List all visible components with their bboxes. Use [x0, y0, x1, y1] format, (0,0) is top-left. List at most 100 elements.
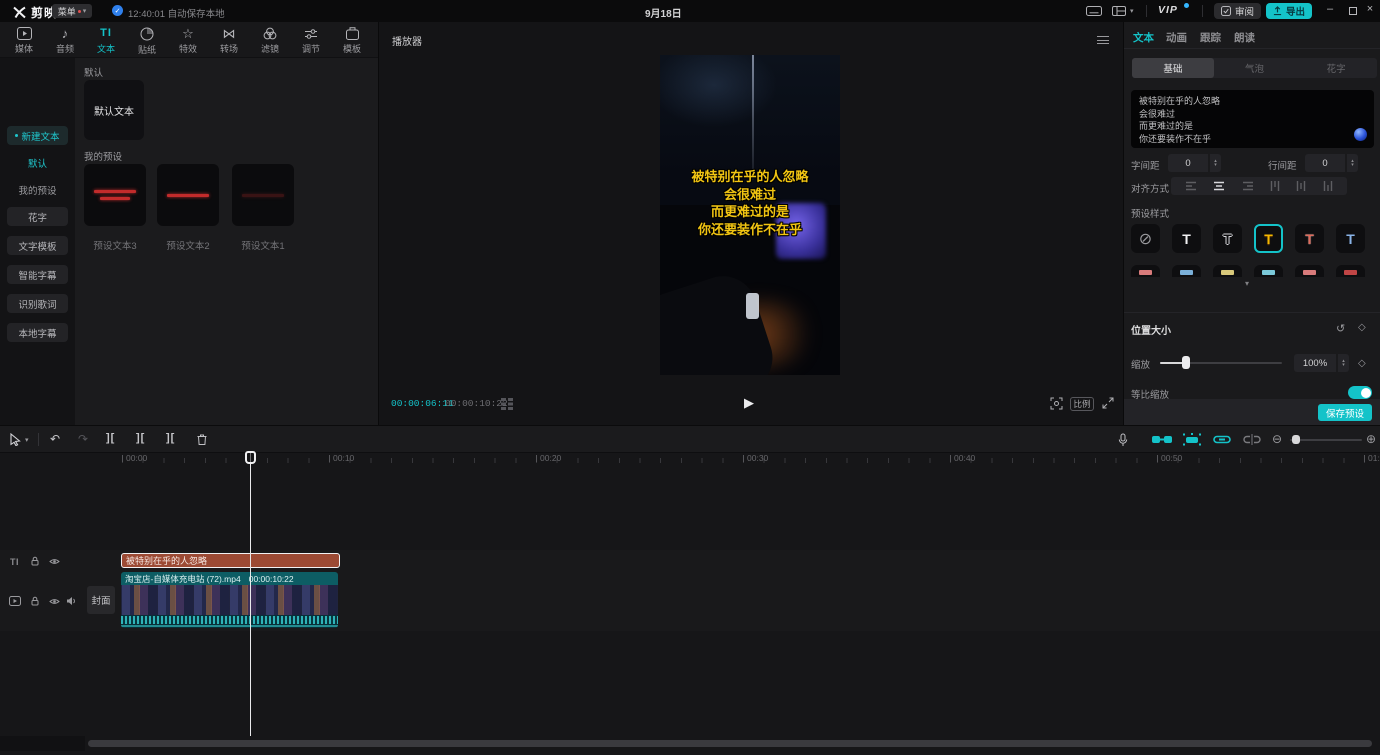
preset-style-red[interactable]: T [1295, 224, 1324, 253]
tool-dropdown-icon[interactable]: ▾ [25, 437, 29, 444]
tab-inspector-animation[interactable]: 动画 [1166, 30, 1187, 45]
text-track-visibility-icon[interactable] [49, 557, 60, 566]
menu-button[interactable]: 菜单 ▾ [52, 4, 92, 18]
linkage-toggle[interactable] [1182, 433, 1202, 446]
cover-button[interactable]: 封面 [87, 586, 115, 614]
video-clip[interactable]: 淘宝店-自媒体充电站 (72).mp4 00:00:10:22 [121, 572, 338, 628]
subtab-bubble[interactable]: 气泡 [1214, 58, 1296, 78]
tab-inspector-readaloud[interactable]: 朗读 [1234, 30, 1255, 45]
fullscreen-icon[interactable] [1102, 397, 1114, 409]
split-button[interactable]: ][ [106, 432, 115, 444]
ratio-button[interactable]: 比例 [1070, 397, 1094, 411]
video-track-mute-icon[interactable] [66, 596, 77, 606]
preset-card-1-label[interactable]: 预设文本1 [232, 238, 294, 252]
frame-view-icon[interactable] [501, 398, 515, 410]
timeline-zoom-slider[interactable] [1290, 439, 1362, 441]
preset-style-none[interactable]: ⊘ [1131, 224, 1160, 253]
undo-button[interactable]: ↶ [50, 432, 60, 446]
scale-stepper[interactable]: ▴▾ [1338, 354, 1349, 372]
horizontal-scrollbar[interactable] [88, 740, 1372, 747]
playhead-line[interactable] [250, 451, 251, 736]
sidebar-item-new-text[interactable]: 新建文本 [7, 126, 68, 145]
preset-card-2-label[interactable]: 预设文本2 [157, 238, 219, 252]
align-right-icon[interactable] [1242, 181, 1254, 191]
tab-text[interactable]: TI 文本 [86, 25, 126, 57]
tab-adjust[interactable]: 调节 [291, 25, 331, 57]
tab-template[interactable]: 模板 [332, 25, 372, 57]
line-spacing-stepper[interactable]: ▴▾ [1347, 154, 1358, 172]
line-spacing-input[interactable]: 0 [1305, 154, 1345, 172]
tab-inspector-text[interactable]: 文本 [1133, 30, 1154, 45]
tab-inspector-tracking[interactable]: 跟踪 [1200, 30, 1221, 45]
reset-icon[interactable]: ↺ [1336, 322, 1345, 335]
tab-effects[interactable]: ☆ 特效 [168, 25, 208, 57]
preset-style-white[interactable]: T [1172, 224, 1201, 253]
playhead-handle[interactable] [245, 451, 256, 464]
valign-bottom-icon[interactable] [1323, 180, 1333, 192]
position-keyframe-icon[interactable]: ◇ [1358, 322, 1366, 333]
layout-switch-icon[interactable] [1112, 6, 1126, 16]
scale-slider-handle[interactable] [1182, 356, 1190, 369]
sidebar-item-default[interactable]: 默认 [0, 156, 75, 170]
text-clip[interactable]: 被特别在乎的人忽略 [121, 553, 340, 568]
tab-audio[interactable]: ♪ 音频 [45, 25, 85, 57]
align-left-icon[interactable] [1185, 181, 1197, 191]
zoom-in-button[interactable]: ⊕ [1366, 432, 1376, 446]
sidebar-item-my-presets[interactable]: 我的预设 [0, 183, 75, 197]
valign-center-icon[interactable] [1296, 180, 1306, 192]
caption-overlay[interactable]: 被特别在乎的人忽略 会很难过 而更难过的是 你还要装作不在乎 [660, 168, 840, 238]
sidebar-item-text-template[interactable]: 文字模板 [7, 236, 68, 255]
video-track-visibility-icon[interactable] [49, 597, 60, 606]
scale-value-input[interactable]: 100% [1294, 354, 1336, 372]
align-center-icon[interactable] [1213, 181, 1225, 191]
letter-spacing-input[interactable]: 0 [1168, 154, 1208, 172]
sidebar-item-local-subtitle[interactable]: 本地字幕 [7, 323, 68, 342]
color-sphere-icon[interactable] [1354, 128, 1367, 141]
vip-badge[interactable]: VIP [1158, 4, 1178, 16]
expand-presets-chevron-icon[interactable]: ▾ [1245, 279, 1249, 288]
preset-style-row2-2[interactable] [1172, 265, 1201, 277]
subtab-basic[interactable]: 基础 [1132, 58, 1214, 78]
export-button[interactable]: 导出 [1266, 3, 1312, 19]
preset-style-outline[interactable]: T [1213, 224, 1242, 253]
magnetic-snap-toggle[interactable] [1152, 433, 1172, 446]
preset-style-yellow-selected[interactable]: T [1254, 224, 1283, 253]
close-button[interactable]: × [1362, 3, 1378, 15]
preset-card-1[interactable] [232, 164, 294, 226]
maximize-button[interactable] [1349, 7, 1357, 15]
letter-spacing-stepper[interactable]: ▴▾ [1210, 154, 1221, 172]
timeline-zoom-handle[interactable] [1292, 435, 1300, 444]
tab-media[interactable]: 媒体 [4, 25, 44, 57]
record-audio-button[interactable] [1118, 433, 1128, 447]
preset-card-3[interactable] [84, 164, 146, 226]
tab-transition[interactable]: ⋈ 转场 [209, 25, 249, 57]
preset-style-row2-6[interactable] [1336, 265, 1365, 277]
preset-card-2[interactable] [157, 164, 219, 226]
sidebar-item-lyrics-recognition[interactable]: 识别歌词 [7, 294, 68, 313]
preset-card-3-label[interactable]: 预设文本3 [84, 238, 146, 252]
sidebar-item-huazi[interactable]: 花字 [7, 207, 68, 226]
focus-icon[interactable] [1050, 397, 1063, 410]
delete-button[interactable] [196, 433, 208, 446]
minimize-button[interactable]: – [1322, 3, 1338, 15]
save-preset-button[interactable]: 保存预设 [1318, 404, 1372, 421]
tab-filter[interactable]: 滤镜 [250, 25, 290, 57]
text-track-lock-icon[interactable] [30, 556, 40, 566]
valign-top-icon[interactable] [1270, 180, 1280, 192]
text-content-input[interactable]: 被特别在乎的人忽略 会很难过 而更难过的是 你还要装作不在乎 [1131, 90, 1374, 148]
preset-style-blue[interactable]: T [1336, 224, 1365, 253]
crop-right-button[interactable]: ][ [166, 432, 175, 444]
preset-style-row2-1[interactable] [1131, 265, 1160, 277]
redo-button[interactable]: ↷ [78, 432, 88, 446]
layout-dropdown-icon[interactable]: ▾ [1130, 8, 1134, 15]
shortcut-keyboard-icon[interactable] [1086, 6, 1102, 16]
sidebar-item-smart-subtitle[interactable]: 智能字幕 [7, 265, 68, 284]
preset-style-row2-4[interactable] [1254, 265, 1283, 277]
play-button[interactable]: ▶ [744, 395, 754, 411]
default-text-card[interactable]: 默认文本 [84, 80, 144, 140]
crop-left-button[interactable]: ][ [136, 432, 145, 444]
position-size-label[interactable]: 位置大小 [1131, 322, 1171, 337]
subtab-huazi[interactable]: 花字 [1295, 58, 1377, 78]
uniform-scale-toggle[interactable] [1348, 386, 1372, 399]
preset-style-row2-3[interactable] [1213, 265, 1242, 277]
